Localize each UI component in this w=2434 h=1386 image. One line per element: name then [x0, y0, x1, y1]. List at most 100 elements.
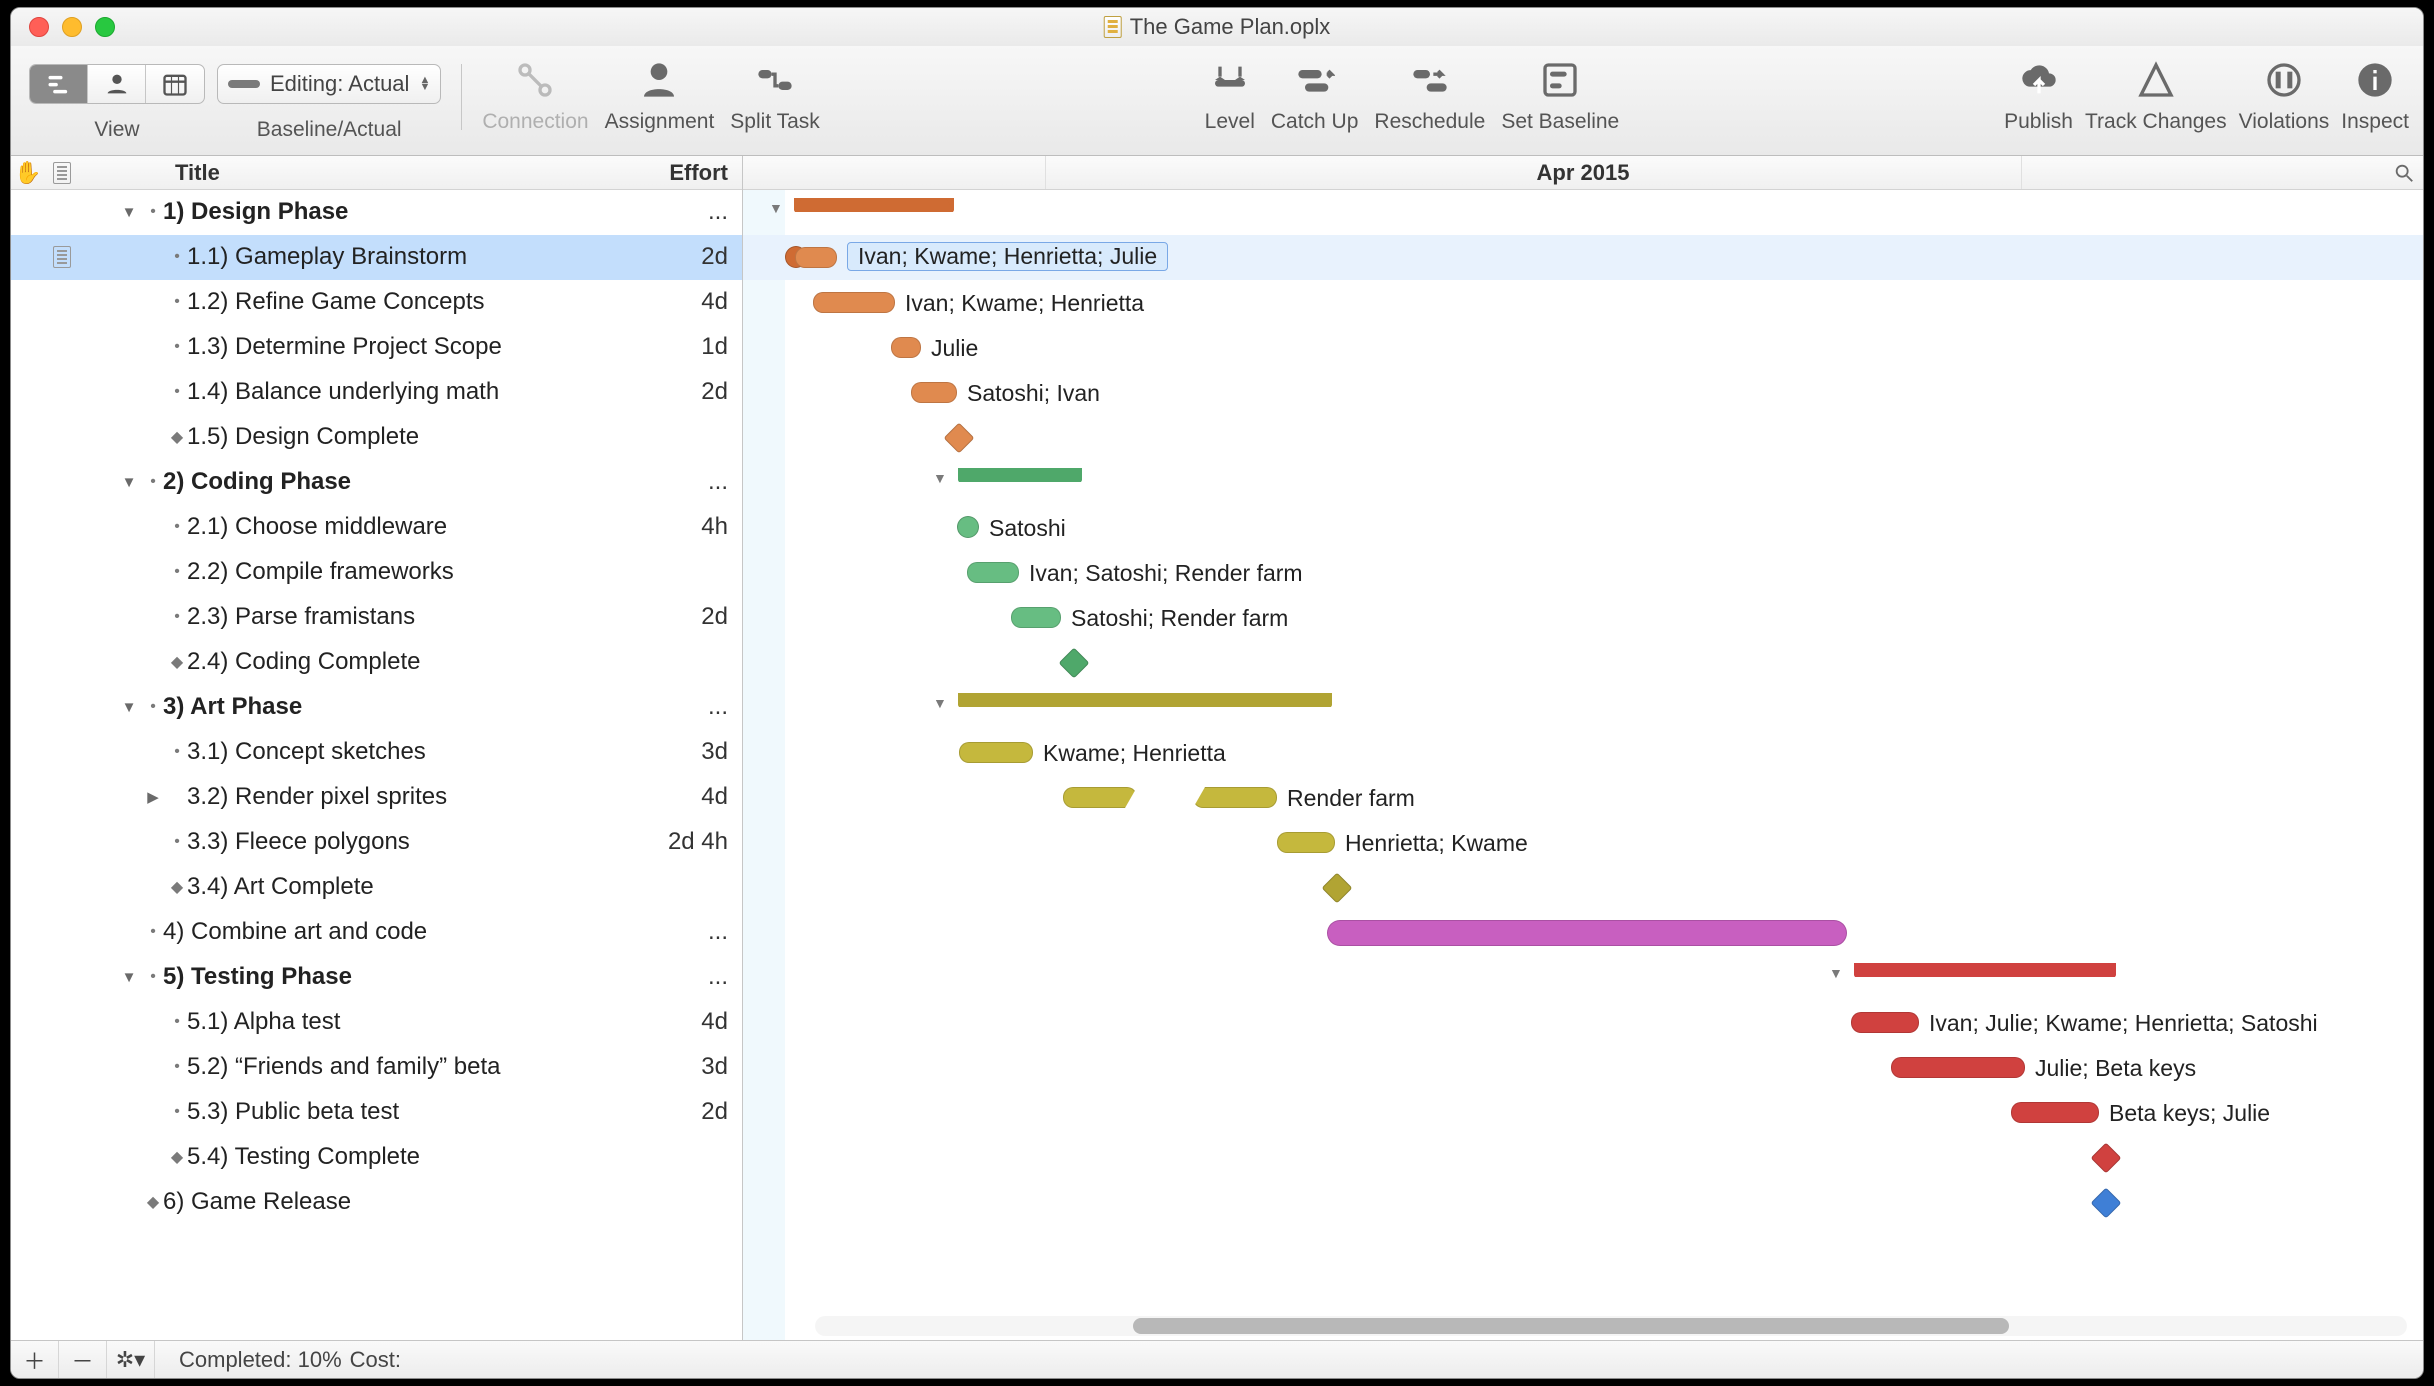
row-title: 3) Art Phase — [163, 693, 638, 721]
gantt-task-bar[interactable] — [2011, 1102, 2099, 1123]
catch-up-button[interactable] — [1291, 56, 1339, 104]
remove-task-button[interactable]: － — [59, 1341, 107, 1378]
status-completed: Completed: 10% — [179, 1347, 342, 1373]
gantt-task-bar[interactable] — [795, 247, 837, 268]
outline-row-r14[interactable]: •1.4) Balance underlying math2d — [11, 370, 742, 415]
assignment-button[interactable] — [635, 56, 683, 104]
outline-row-r21[interactable]: •2.1) Choose middleware4h — [11, 505, 742, 550]
outline-row-r12[interactable]: •1.2) Refine Game Concepts4d — [11, 280, 742, 325]
outline-row-r34[interactable]: ◆3.4) Art Complete — [11, 865, 742, 910]
gantt-timeline-header[interactable]: Apr 2015 — [743, 156, 2423, 190]
gantt-milestone-diamond[interactable] — [1321, 872, 1352, 903]
gantt-task-bar[interactable] — [959, 742, 1033, 763]
outline-row-r13[interactable]: •1.3) Determine Project Scope1d — [11, 325, 742, 370]
gantt-split-segment[interactable] — [1193, 787, 1277, 808]
outline-row-r22[interactable]: •2.2) Compile frameworks — [11, 550, 742, 595]
gantt-summary-bar[interactable] — [1855, 963, 2115, 977]
outline-row-r53[interactable]: •5.3) Public beta test2d — [11, 1090, 742, 1135]
outline-row-r33[interactable]: •3.3) Fleece polygons2d 4h — [11, 820, 742, 865]
outline-row-r6[interactable]: ◆6) Game Release — [11, 1180, 742, 1225]
gantt-task-bar[interactable] — [1011, 607, 1061, 628]
disclosure-down-icon[interactable] — [122, 699, 137, 716]
document-icon — [1104, 16, 1122, 38]
publish-button[interactable] — [2015, 56, 2063, 104]
outline-row-r1[interactable]: •1) Design Phase... — [11, 190, 742, 235]
gantt-disclosure-icon[interactable]: ▼ — [933, 695, 947, 711]
outline-row-r54[interactable]: ◆5.4) Testing Complete — [11, 1135, 742, 1180]
gantt-disclosure-icon[interactable]: ▼ — [933, 470, 947, 486]
gantt-task-bar[interactable] — [967, 562, 1019, 583]
gantt-task-bar[interactable] — [891, 337, 921, 358]
view-people-button[interactable] — [88, 65, 146, 103]
gantt-task-bar[interactable] — [1851, 1012, 1919, 1033]
outline-row-r24[interactable]: ◆2.4) Coding Complete — [11, 640, 742, 685]
outline-row-r5[interactable]: •5) Testing Phase... — [11, 955, 742, 1000]
disclosure-right-icon[interactable] — [147, 788, 159, 806]
add-task-button[interactable]: ＋ — [11, 1341, 59, 1378]
effort-column-header[interactable]: Effort — [638, 160, 742, 186]
gantt-task-bar[interactable] — [911, 382, 957, 403]
gantt-disclosure-icon[interactable]: ▼ — [1829, 965, 1843, 981]
view-segmented-control[interactable] — [29, 64, 205, 104]
milestone-bullet-icon: ◆ — [167, 1147, 187, 1167]
gantt-milestone-diamond[interactable] — [2090, 1187, 2121, 1218]
view-calendar-button[interactable] — [146, 65, 204, 103]
disclosure-down-icon[interactable] — [122, 474, 137, 491]
gantt-task-bar[interactable] — [1277, 832, 1335, 853]
gantt-task-bar[interactable] — [1327, 920, 1847, 946]
baseline-group: Editing: Actual ▲▼ Baseline/Actual — [217, 56, 441, 142]
outline-row-r32[interactable]: 3.2) Render pixel sprites4d — [11, 775, 742, 820]
gantt-task-bar[interactable] — [813, 292, 895, 313]
outline-row-r31[interactable]: •3.1) Concept sketches3d — [11, 730, 742, 775]
outline-rows[interactable]: •1) Design Phase...•1.1) Gameplay Brains… — [11, 190, 742, 1225]
row-effort: 1d — [638, 333, 742, 361]
magnifier-icon[interactable] — [2393, 162, 2415, 184]
reschedule-button[interactable] — [1406, 56, 1454, 104]
gantt-summary-bar[interactable] — [959, 468, 1081, 482]
bullet-icon: • — [167, 1058, 187, 1076]
row-effort: 4d — [638, 288, 742, 316]
zoom-window-button[interactable] — [95, 17, 115, 37]
track-changes-button[interactable] — [2132, 56, 2180, 104]
disclosure-down-icon[interactable] — [122, 204, 137, 221]
gantt-split-segment[interactable] — [1063, 787, 1137, 808]
title-column-header[interactable]: Title — [79, 160, 638, 186]
outline-row-r11[interactable]: •1.1) Gameplay Brainstorm2d — [11, 235, 742, 280]
disclosure-down-icon[interactable] — [122, 969, 137, 986]
gantt-disclosure-icon[interactable]: ▼ — [769, 200, 783, 216]
outline-row-r52[interactable]: •5.2) “Friends and family” beta3d — [11, 1045, 742, 1090]
violations-button[interactable] — [2260, 56, 2308, 104]
outline-row-r23[interactable]: •2.3) Parse framistans2d — [11, 595, 742, 640]
outline-row-r3[interactable]: •3) Art Phase... — [11, 685, 742, 730]
baseline-popup[interactable]: Editing: Actual ▲▼ — [217, 64, 441, 104]
gantt-summary-bar[interactable] — [795, 198, 953, 212]
minimize-window-button[interactable] — [62, 17, 82, 37]
close-window-button[interactable] — [29, 17, 49, 37]
level-button[interactable] — [1206, 56, 1254, 104]
row-effort: ... — [638, 918, 742, 946]
gantt-milestone-diamond[interactable] — [943, 422, 974, 453]
view-gantt-button[interactable] — [30, 65, 88, 103]
action-menu-button[interactable]: ✲▾ — [107, 1341, 155, 1378]
set-baseline-button[interactable] — [1536, 56, 1584, 104]
outline-row-r51[interactable]: •5.1) Alpha test4d — [11, 1000, 742, 1045]
gantt-summary-bar[interactable] — [959, 693, 1331, 707]
gantt-bar-label: Julie; Beta keys — [2035, 1055, 2196, 1082]
outline-row-r15[interactable]: ◆1.5) Design Complete — [11, 415, 742, 460]
gantt-milestone-diamond[interactable] — [1058, 647, 1089, 678]
gantt-chart[interactable]: ▼Ivan; Kwame; Henrietta; JulieIvan; Kwam… — [743, 190, 2423, 1340]
note-icon[interactable] — [53, 246, 71, 268]
scrollbar-thumb[interactable] — [1133, 1318, 2009, 1334]
gantt-milestone-diamond[interactable] — [2090, 1142, 2121, 1173]
split-task-button[interactable] — [751, 56, 799, 104]
inspect-button[interactable] — [2351, 56, 2399, 104]
gantt-task-bar[interactable] — [1891, 1057, 2025, 1078]
bullet-icon: • — [143, 473, 163, 491]
publish-label: Publish — [2004, 110, 2073, 134]
row-effort: ... — [638, 198, 742, 226]
outline-row-r2[interactable]: •2) Coding Phase... — [11, 460, 742, 505]
timeline-month-label: Apr 2015 — [1537, 160, 1630, 186]
horizontal-scrollbar[interactable] — [815, 1316, 2407, 1336]
outline-row-r4[interactable]: •4) Combine art and code... — [11, 910, 742, 955]
gantt-milestone-circle[interactable] — [957, 516, 979, 538]
